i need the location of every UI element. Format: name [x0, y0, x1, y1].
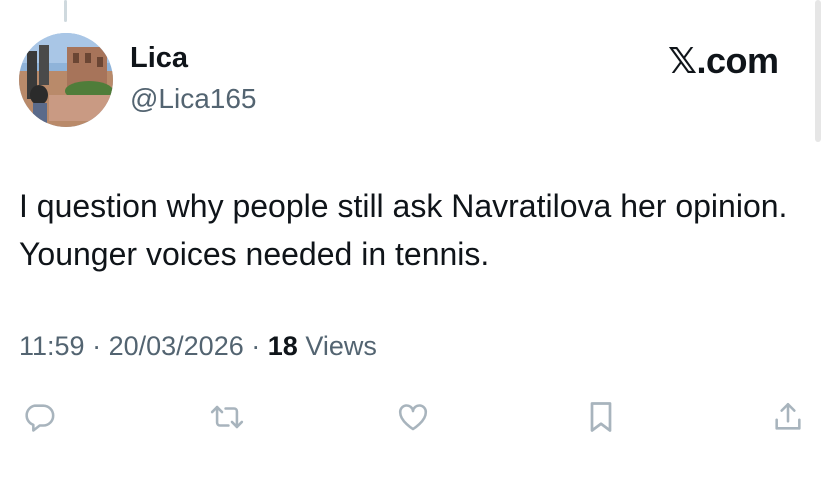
views-count: 18: [267, 331, 298, 361]
reply-icon: [25, 404, 55, 432]
like-button[interactable]: [394, 398, 432, 436]
meta-separator: ·: [251, 331, 261, 361]
bookmark-icon: [590, 402, 612, 432]
tweet-date[interactable]: 20/03/2026: [109, 331, 244, 361]
like-icon: [398, 404, 428, 431]
views-label: Views: [305, 331, 377, 361]
avatar-image: [19, 33, 113, 127]
avatar[interactable]: [19, 33, 113, 127]
tweet-meta: 11:59 · 20/03/2026 · 18 Views: [19, 329, 377, 363]
scrollbar[interactable]: [815, 0, 821, 142]
bookmark-button[interactable]: [582, 398, 620, 436]
tweet-text: I question why people still ask Navratil…: [19, 188, 788, 272]
thread-connector-line: [64, 0, 67, 22]
tweet-time[interactable]: 11:59: [19, 331, 85, 361]
meta-separator: ·: [92, 331, 102, 361]
retweet-icon: [210, 405, 244, 429]
user-handle[interactable]: @Lica165: [130, 82, 257, 116]
share-button[interactable]: [769, 398, 807, 436]
display-name[interactable]: Lica: [130, 41, 188, 75]
share-icon: [775, 402, 801, 430]
reply-button[interactable]: [20, 398, 58, 436]
retweet-button[interactable]: [208, 398, 246, 436]
x-brand-logo: 𝕏.com: [668, 40, 779, 81]
